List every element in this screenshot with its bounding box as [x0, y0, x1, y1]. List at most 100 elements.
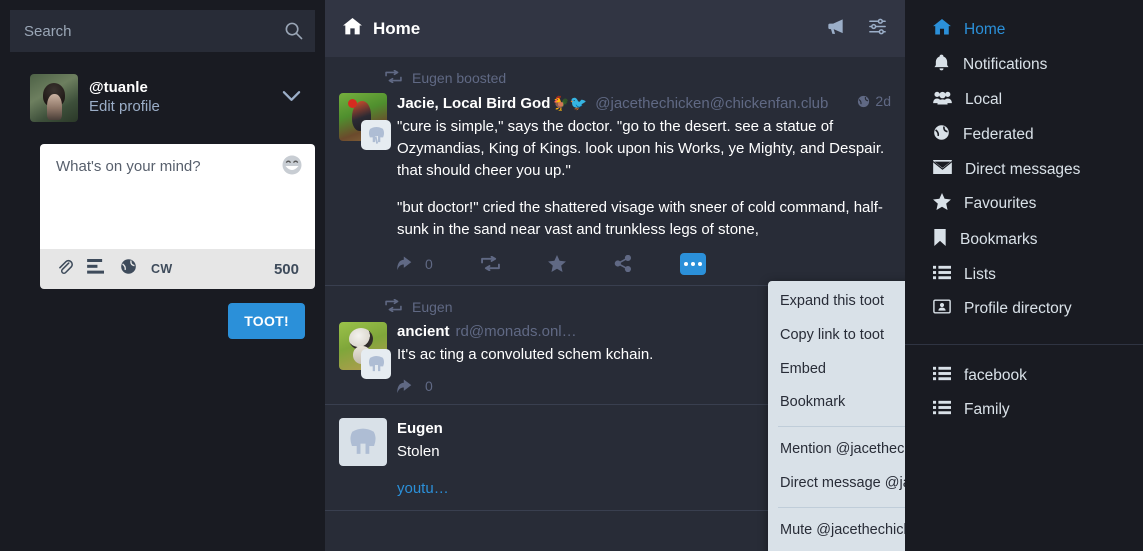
menu-item-direct-message[interactable]: Direct message @jacethechicken [768, 467, 905, 501]
envelope-icon [933, 160, 952, 179]
edit-profile-link[interactable]: Edit profile [89, 98, 160, 117]
more-options-button[interactable] [679, 252, 706, 275]
navigation-panel: Home Notifications Local Federated Direc… [905, 0, 1143, 551]
reply-count: 0 [425, 255, 433, 272]
avatar[interactable] [339, 418, 387, 467]
reply-button[interactable]: 0 [397, 378, 433, 394]
sidebar-item-federated[interactable]: Federated [905, 117, 1143, 153]
menu-separator [778, 426, 905, 427]
boost-icon [385, 298, 402, 315]
toot-row: TOOT! [40, 303, 305, 339]
sidebar-item-label: Lists [964, 266, 996, 283]
boost-text: Eugen boosted [412, 70, 507, 86]
paperclip-icon[interactable] [56, 258, 73, 280]
chevron-down-icon[interactable] [282, 89, 313, 107]
toot-button[interactable]: TOOT! [228, 303, 305, 339]
menu-item-expand[interactable]: Expand this toot [768, 285, 905, 319]
avatar-wrap [339, 93, 391, 275]
compose-placeholder: What's on your mind? [56, 158, 201, 175]
character-counter: 500 [273, 260, 299, 278]
menu-item-bookmark[interactable]: Bookmark [768, 386, 905, 420]
account-handle: @jacethechicken@chickenfan.club [595, 94, 829, 112]
bullhorn-icon[interactable] [827, 17, 846, 41]
menu-item-embed[interactable]: Embed [768, 353, 905, 387]
nav-divider [905, 344, 1143, 345]
custom-emoji: 🐓🐦 [552, 94, 588, 111]
list-icon [933, 265, 951, 285]
status-content: "cure is simple," says the doctor. "go t… [397, 116, 891, 241]
search-container [10, 10, 315, 52]
avatar-wrap [339, 321, 391, 395]
sidebar-item-label: Profile directory [964, 300, 1072, 317]
display-name: ancient [397, 323, 450, 341]
sidebar-item-label: facebook [964, 367, 1027, 384]
column-title: Home [373, 18, 421, 38]
sidebar-item-list-family[interactable]: Family [905, 393, 1143, 427]
status-paragraph: "but doctor!" cried the shattered visage… [397, 198, 883, 238]
mastodon-app: @tuanle Edit profile What's on your mind… [0, 0, 1143, 551]
booster-avatar [361, 348, 391, 379]
favourite-button[interactable] [547, 255, 566, 273]
compose-toolbar: CW 500 [40, 249, 315, 289]
menu-item-mute[interactable]: Mute @jacethechicken [768, 514, 905, 548]
menu-item-copy-link[interactable]: Copy link to toot [768, 319, 905, 353]
sidebar-item-notifications[interactable]: Notifications [905, 47, 1143, 83]
boost-button[interactable] [480, 256, 500, 272]
sidebar-item-label: Notifications [963, 56, 1048, 73]
sidebar-item-direct-messages[interactable]: Direct messages [905, 153, 1143, 186]
address-card-icon [933, 299, 951, 319]
boost-indicator: Eugen boosted [385, 69, 891, 86]
sidebar-item-bookmarks[interactable]: Bookmarks [905, 222, 1143, 258]
account-row[interactable]: @tuanle Edit profile [30, 74, 313, 122]
compose-form: What's on your mind? CW 500 TOOT! [40, 144, 315, 339]
sidebar-item-label: Direct messages [965, 160, 1081, 178]
ellipsis-icon [683, 261, 702, 266]
booster-avatar [361, 120, 391, 150]
status-options-dropdown: Expand this toot Copy link to toot Embed… [768, 281, 905, 551]
search-input[interactable] [10, 10, 315, 52]
list-icon [933, 400, 951, 420]
sidebar-item-profile-directory[interactable]: Profile directory [905, 292, 1143, 326]
smiley-icon[interactable] [281, 154, 303, 176]
star-icon [933, 193, 951, 215]
sidebar-item-list-facebook[interactable]: facebook [905, 359, 1143, 393]
reply-button[interactable]: 0 [397, 256, 433, 272]
globe-icon[interactable] [120, 258, 137, 280]
home-timeline-column: Home Eugen boosted Jacie, Local Bird God… [325, 0, 905, 551]
compose-column: @tuanle Edit profile What's on your mind… [0, 0, 325, 551]
status-item[interactable]: Eugen boosted Jacie, Local Bird God 🐓🐦 @… [325, 57, 905, 286]
users-icon [933, 90, 952, 110]
sidebar-item-home[interactable]: Home [905, 12, 1143, 47]
globe-icon [858, 95, 870, 107]
sidebar-item-favourites[interactable]: Favourites [905, 186, 1143, 222]
avatar-wrap [339, 418, 387, 500]
sidebar-item-local[interactable]: Local [905, 83, 1143, 117]
search-icon[interactable] [284, 21, 303, 45]
bookmark-icon [933, 229, 947, 251]
display-name: Jacie, Local Bird God [397, 94, 551, 112]
home-icon [343, 17, 362, 40]
menu-item-mention[interactable]: Mention @jacethechicken [768, 433, 905, 467]
status-paragraph: "cure is simple," says the doctor. "go t… [397, 117, 885, 179]
poll-icon[interactable] [87, 259, 106, 279]
sliders-icon[interactable] [868, 17, 887, 41]
home-icon [933, 19, 951, 40]
avatar [30, 74, 78, 122]
status-actions: 0 [397, 252, 891, 275]
display-name: Eugen [397, 419, 443, 437]
compose-textarea[interactable]: What's on your mind? [40, 144, 315, 249]
sidebar-item-label: Local [965, 91, 1003, 108]
share-button[interactable] [614, 255, 632, 273]
bell-icon [933, 54, 950, 76]
content-warning-button[interactable]: CW [151, 262, 173, 276]
status-header: Jacie, Local Bird God 🐓🐦 @jacethechicken… [397, 93, 891, 112]
account-handle: @tuanle [89, 79, 148, 97]
status-timestamp: 2d [849, 93, 891, 109]
sidebar-item-label: Favourites [964, 195, 1037, 212]
menu-item-block[interactable]: Block @jacethechicken [768, 547, 905, 551]
sidebar-item-lists[interactable]: Lists [905, 258, 1143, 292]
sidebar-item-label: Home [964, 20, 1006, 38]
globe-icon [933, 124, 950, 146]
reply-count: 0 [425, 378, 433, 395]
timestamp-text: 2d [875, 93, 891, 109]
